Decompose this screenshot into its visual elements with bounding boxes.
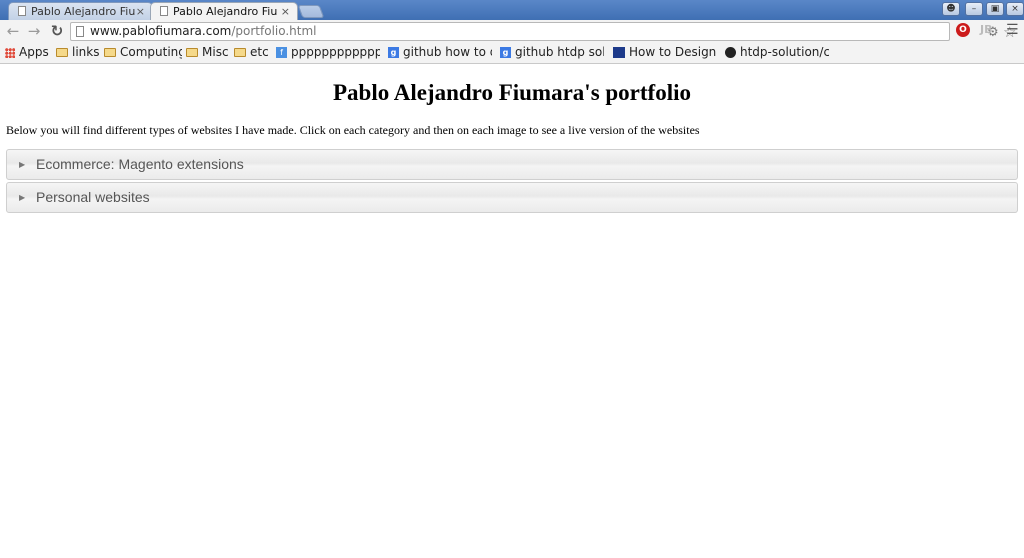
github-icon [725, 47, 736, 58]
bookmark-label: Misc [202, 45, 228, 59]
page-content: Pablo Alejandro Fiumara's portfolio Belo… [0, 64, 1024, 558]
bookmark-htdp-solution[interactable]: htdp-solution/ch [725, 43, 829, 62]
back-arrow-icon[interactable]: ← [4, 22, 22, 40]
maximize-button[interactable]: ▣ [986, 2, 1004, 16]
bookmark-how-to-design[interactable]: How to Design Pr [613, 43, 717, 62]
url-path: /portfolio.html [231, 24, 317, 38]
bookmark-folder-etc[interactable]: etc [234, 43, 270, 62]
opera-extension-icon[interactable]: O [956, 23, 970, 37]
bookmark-label: ppppppppppppp [291, 45, 380, 59]
bookmark-apps[interactable]: Apps [5, 43, 53, 62]
tab-title: Pablo Alejandro Fiur [31, 5, 136, 18]
url-host: www.pablofiumara.com [90, 24, 232, 38]
bookmark-label: Computing [120, 45, 182, 59]
tab-strip: Pablo Alejandro Fiur × Pablo Alejandro F… [0, 0, 1024, 20]
forward-arrow-icon[interactable]: → [25, 22, 43, 40]
new-tab-button[interactable] [297, 5, 325, 18]
accordion-ecommerce[interactable]: ▶ Ecommerce: Magento extensions [6, 149, 1018, 180]
accordion-label: Ecommerce: Magento extensions [36, 156, 244, 172]
menu-icon[interactable]: ☰ [1006, 22, 1019, 38]
accordion-personal-websites[interactable]: ▶ Personal websites [6, 182, 1018, 213]
page-intro: Below you will find different types of w… [6, 123, 700, 137]
bookmark-folder-links[interactable]: links [56, 43, 100, 62]
htdp-icon [613, 47, 625, 58]
bookmark-ppp[interactable]: f ppppppppppppp [276, 43, 380, 62]
folder-icon [104, 48, 116, 57]
google-icon: g [388, 47, 399, 58]
tab-close-icon[interactable]: × [281, 3, 290, 20]
bookmarks-bar: Apps links Computing Misc etc f ppppppppp… [0, 43, 1024, 64]
bookmark-label: github how to de [403, 45, 492, 59]
bookmark-github-htdp[interactable]: g github htdp solu [500, 43, 604, 62]
tab-close-icon[interactable]: × [136, 3, 145, 20]
apps-grid-icon [5, 47, 15, 58]
minimize-button[interactable]: – [965, 2, 983, 16]
close-window-button[interactable]: × [1006, 2, 1024, 16]
bookmark-folder-misc[interactable]: Misc [186, 43, 228, 62]
page-icon [76, 26, 84, 37]
bookmark-icon: f [276, 47, 287, 58]
bookmark-label: Apps [19, 45, 49, 59]
page-icon [18, 6, 26, 16]
browser-tab-1[interactable]: Pablo Alejandro Fiur × [8, 2, 153, 20]
bookmark-folder-computing[interactable]: Computing [104, 43, 182, 62]
bookmark-github-how-to[interactable]: g github how to de [388, 43, 492, 62]
url-text[interactable]: www.pablofiumara.com/portfolio.html [90, 23, 317, 40]
bookmark-label: htdp-solution/ch [740, 45, 829, 59]
accordion-label: Personal websites [36, 189, 150, 205]
folder-icon [56, 48, 68, 57]
bookmark-label: etc [250, 45, 269, 59]
address-bar[interactable]: www.pablofiumara.com/portfolio.html ⚙ ☆ [70, 22, 1016, 41]
profile-icon[interactable]: ☻ [942, 2, 960, 16]
google-icon: g [500, 47, 511, 58]
bookmark-label: How to Design Pr [629, 45, 717, 59]
browser-tab-2-active[interactable]: Pablo Alejandro Fiur × [150, 2, 298, 20]
jetbrains-extension-icon[interactable]: JB [980, 23, 992, 36]
bookmark-label: github htdp solu [515, 45, 604, 59]
collapsed-triangle-icon: ▶ [19, 160, 26, 169]
page-title: Pablo Alejandro Fiumara's portfolio [333, 80, 691, 105]
folder-icon [186, 48, 198, 57]
page-icon [160, 6, 168, 16]
folder-icon [234, 48, 246, 57]
browser-toolbar: ← → ↻ www.pablofiumara.com/portfolio.htm… [0, 20, 1024, 44]
bookmark-label: links [72, 45, 100, 59]
tab-title: Pablo Alejandro Fiur [173, 5, 278, 18]
reload-icon[interactable]: ↻ [48, 22, 66, 40]
collapsed-triangle-icon: ▶ [19, 193, 26, 202]
